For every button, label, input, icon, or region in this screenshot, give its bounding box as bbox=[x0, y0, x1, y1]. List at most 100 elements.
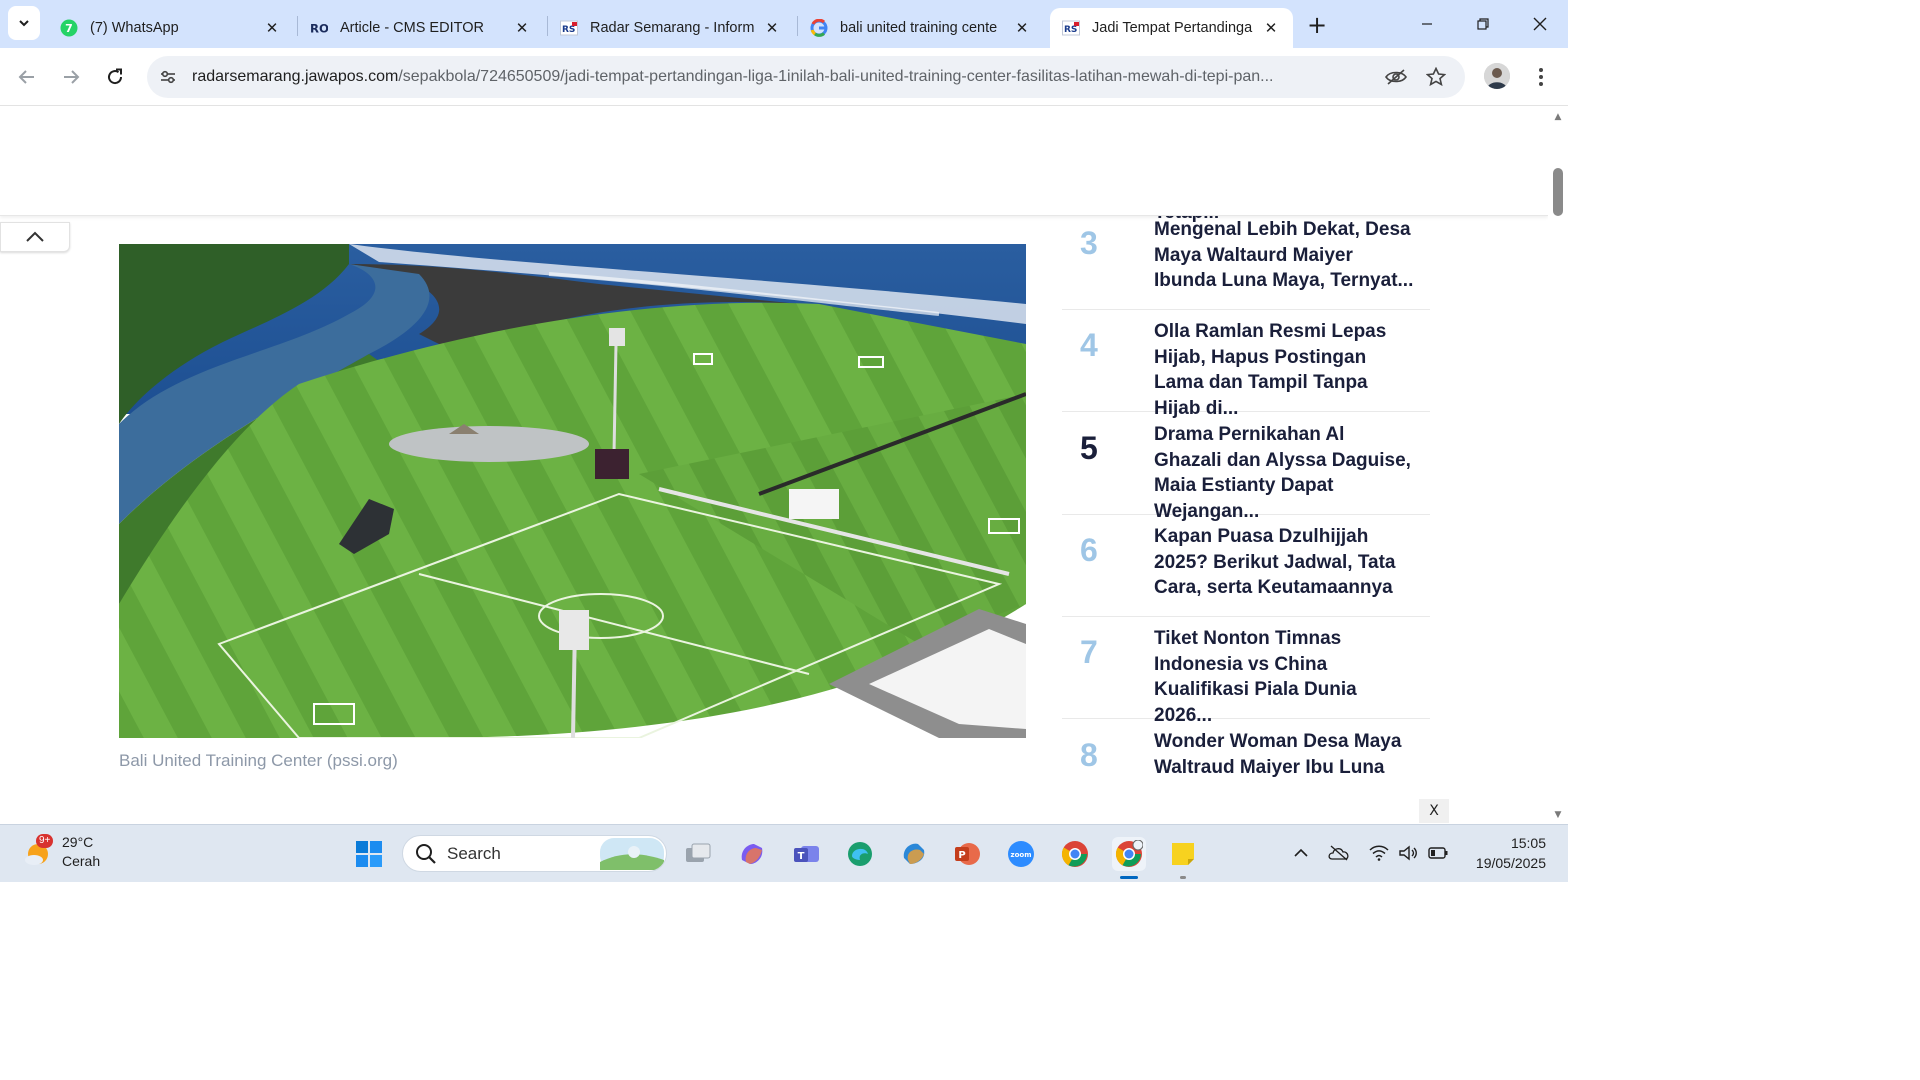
restore-button[interactable] bbox=[1460, 8, 1506, 40]
wifi-icon[interactable] bbox=[1367, 841, 1391, 865]
svg-text:7: 7 bbox=[65, 22, 73, 35]
more-vertical-icon bbox=[1539, 68, 1543, 86]
trend-title[interactable]: Drama Pernikahan Al Ghazali dan Alyssa D… bbox=[1154, 422, 1416, 525]
sticky-notes-icon[interactable] bbox=[1166, 837, 1200, 871]
scroll-down-arrow-icon[interactable]: ▼ bbox=[1552, 810, 1564, 820]
url-path: /sepakbola/724650509/jadi-tempat-pertand… bbox=[398, 68, 1274, 85]
windows-logo-icon bbox=[356, 841, 382, 867]
browser-toolbar: radarsemarang.jawapos.com/sepakbola/7246… bbox=[0, 48, 1568, 106]
tab-search-button[interactable] bbox=[8, 6, 40, 40]
task-view-icon[interactable] bbox=[681, 837, 715, 871]
trend-title[interactable]: Tiket Nonton Timnas Indonesia vs China K… bbox=[1154, 626, 1416, 729]
svg-text:zoom: zoom bbox=[1011, 851, 1032, 859]
rs-icon: RS bbox=[1062, 19, 1080, 37]
tab-title: Jadi Tempat Pertandingan bbox=[1092, 20, 1253, 36]
trend-number: 6 bbox=[1080, 532, 1098, 568]
tab-active-article[interactable]: RS Jadi Tempat Pertandingan ✕ bbox=[1050, 8, 1293, 48]
scrollbar-thumb[interactable] bbox=[1553, 168, 1563, 216]
weather-widget[interactable]: 9+ 29°C Cerah bbox=[22, 833, 100, 871]
powerpoint-icon[interactable]: P bbox=[950, 837, 984, 871]
tab-google-search[interactable]: bali united training cente ✕ bbox=[798, 8, 1044, 48]
address-bar[interactable]: radarsemarang.jawapos.com/sepakbola/7246… bbox=[147, 56, 1465, 98]
svg-text:RS: RS bbox=[562, 25, 575, 35]
list-item[interactable]: 3 Mengenal Lebih Dekat, Desa Maya Waltau… bbox=[1062, 208, 1430, 310]
clock-time: 15:05 bbox=[1510, 835, 1546, 851]
trend-title[interactable]: Mengenal Lebih Dekat, Desa Maya Waltaurd… bbox=[1154, 217, 1416, 294]
system-clock[interactable]: 15:05 19/05/2025 bbox=[1466, 833, 1546, 873]
onedrive-offline-icon[interactable] bbox=[1327, 841, 1351, 865]
reload-button[interactable] bbox=[99, 61, 131, 93]
teams-icon[interactable]: T bbox=[789, 837, 823, 871]
zoom-icon[interactable]: zoom bbox=[1004, 837, 1038, 871]
chevron-down-icon bbox=[19, 20, 29, 27]
reload-icon bbox=[108, 68, 123, 85]
url-host: radarsemarang.jawapos.com bbox=[192, 68, 399, 85]
svg-text:P: P bbox=[958, 850, 965, 861]
close-ad-button[interactable]: X bbox=[1419, 799, 1449, 823]
edge-icon[interactable] bbox=[843, 837, 877, 871]
tab-radar-semarang[interactable]: RS Radar Semarang - Inform ✕ bbox=[548, 8, 794, 48]
list-item[interactable]: 6 Kapan Puasa Dzulhijjah 2025? Berikut J… bbox=[1062, 515, 1430, 617]
forward-button[interactable] bbox=[55, 61, 87, 93]
aerial-field-photo bbox=[119, 244, 1026, 738]
trend-number: 5 bbox=[1080, 430, 1098, 466]
m365-icon[interactable] bbox=[897, 837, 931, 871]
list-item[interactable]: 8 Wonder Woman Desa Maya Waltraud Maiyer… bbox=[1062, 720, 1430, 822]
svg-text:RS: RS bbox=[1064, 25, 1077, 35]
trend-title[interactable]: Olla Ramlan Resmi Lepas Hijab, Hapus Pos… bbox=[1154, 319, 1416, 422]
rs-icon: RS bbox=[560, 19, 578, 37]
close-window-button[interactable] bbox=[1517, 8, 1563, 40]
close-tab-icon[interactable]: ✕ bbox=[1261, 18, 1281, 38]
list-item[interactable]: 5 Drama Pernikahan Al Ghazali dan Alyssa… bbox=[1062, 413, 1430, 522]
chrome-profile-icon[interactable] bbox=[1112, 837, 1146, 871]
taskbar-search[interactable]: Search bbox=[402, 835, 667, 872]
back-button[interactable] bbox=[11, 61, 43, 93]
trend-number: 8 bbox=[1080, 737, 1098, 773]
bookmark-star-icon[interactable] bbox=[1423, 64, 1449, 90]
list-item[interactable]: 4 Olla Ramlan Resmi Lepas Hijab, Hapus P… bbox=[1062, 310, 1430, 419]
tab-cms-editor[interactable]: RO Article - CMS EDITOR ✕ bbox=[298, 8, 544, 48]
chevron-up-icon[interactable] bbox=[1289, 841, 1313, 865]
start-button[interactable] bbox=[352, 837, 386, 871]
list-item[interactable]: 7 Tiket Nonton Timnas Indonesia vs China… bbox=[1062, 617, 1430, 726]
arrow-right-icon bbox=[64, 70, 80, 84]
trend-title[interactable]: Wonder Woman Desa Maya Waltraud Maiyer I… bbox=[1154, 729, 1416, 780]
eye-off-icon[interactable] bbox=[1383, 64, 1409, 90]
google-icon bbox=[810, 19, 828, 37]
ro-icon: RO bbox=[310, 19, 328, 37]
close-tab-icon[interactable]: ✕ bbox=[262, 18, 282, 38]
tab-title: bali united training cente bbox=[840, 20, 998, 36]
minimize-button[interactable] bbox=[1404, 8, 1450, 40]
search-highlight-image bbox=[600, 838, 664, 870]
windows-taskbar: 9+ 29°C Cerah Search T P zoom 15:05 19/0… bbox=[0, 824, 1568, 882]
page-scrollbar[interactable]: ▲ ▼ bbox=[1548, 106, 1568, 824]
arrow-left-icon bbox=[18, 70, 34, 84]
browser-menu-button[interactable] bbox=[1528, 62, 1554, 92]
scroll-up-arrow-icon[interactable]: ▲ bbox=[1552, 112, 1564, 122]
close-tab-icon[interactable]: ✕ bbox=[762, 18, 782, 38]
site-settings-icon[interactable] bbox=[153, 62, 183, 92]
search-label: Search bbox=[447, 843, 501, 863]
battery-icon[interactable] bbox=[1426, 841, 1450, 865]
volume-icon[interactable] bbox=[1396, 841, 1420, 865]
trend-title[interactable]: Kapan Puasa Dzulhijjah 2025? Berikut Jad… bbox=[1154, 524, 1416, 601]
close-icon bbox=[1533, 17, 1547, 31]
tab-title: (7) WhatsApp bbox=[90, 20, 179, 36]
tab-whatsapp[interactable]: 7 (7) WhatsApp ✕ bbox=[48, 8, 294, 48]
profile-avatar[interactable] bbox=[1484, 63, 1510, 89]
svg-text:RO: RO bbox=[310, 22, 328, 36]
tab-title: Article - CMS EDITOR bbox=[340, 20, 484, 36]
weather-sun-icon: 9+ bbox=[22, 834, 54, 868]
web-page: Bali United Training Center (pssi.org) K… bbox=[0, 106, 1548, 824]
collapse-ad-button[interactable] bbox=[0, 222, 70, 252]
url-text[interactable]: radarsemarang.jawapos.com/sepakbola/7246… bbox=[192, 68, 1372, 86]
close-tab-icon[interactable]: ✕ bbox=[512, 18, 532, 38]
restore-icon bbox=[1477, 18, 1489, 30]
chrome-icon[interactable] bbox=[1058, 837, 1092, 871]
close-tab-icon[interactable]: ✕ bbox=[1012, 18, 1032, 38]
clock-date: 19/05/2025 bbox=[1475, 855, 1546, 871]
image-caption: Bali United Training Center (pssi.org) bbox=[119, 751, 398, 770]
tab-strip: 7 (7) WhatsApp ✕ RO Article - CMS EDITOR… bbox=[0, 0, 1568, 48]
copilot-icon[interactable] bbox=[735, 837, 769, 871]
new-tab-button[interactable]: + bbox=[1302, 10, 1332, 40]
